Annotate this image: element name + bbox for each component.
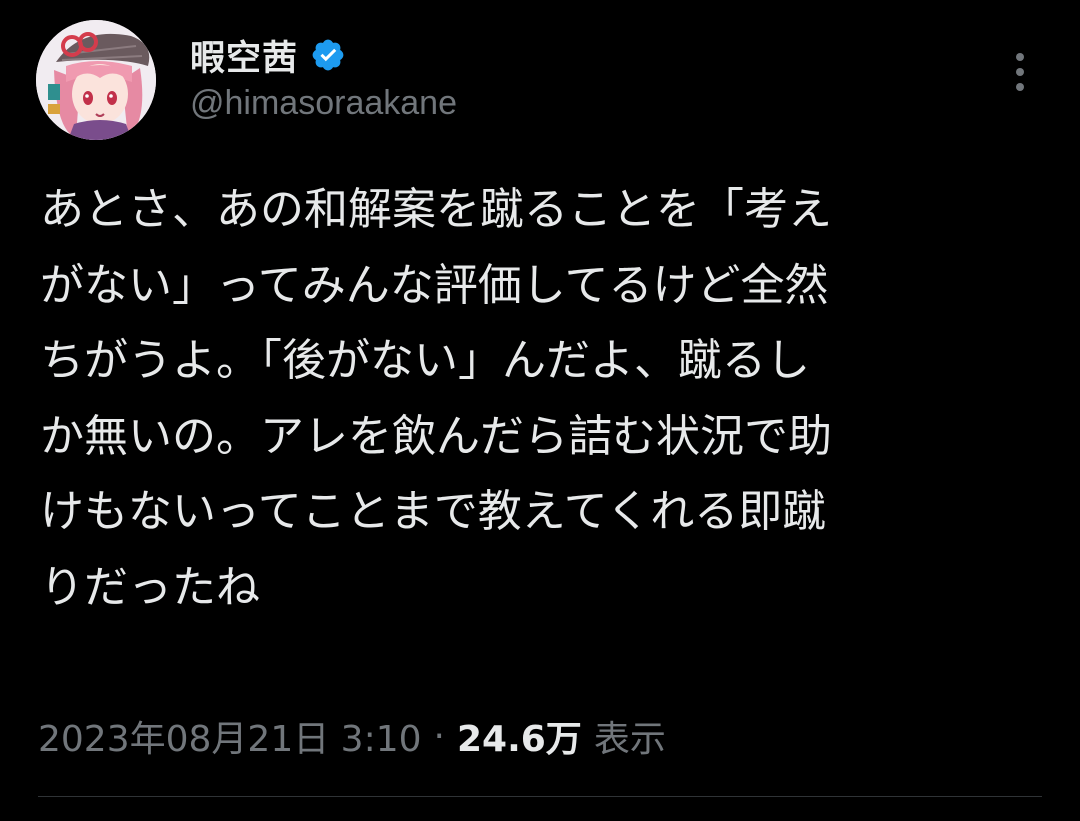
avatar-image bbox=[36, 20, 156, 140]
display-name-row: 暇空茜 bbox=[190, 30, 346, 80]
divider bbox=[38, 796, 1042, 797]
more-options-button[interactable] bbox=[1002, 48, 1038, 96]
more-vertical-icon bbox=[1016, 53, 1024, 61]
display-name[interactable]: 暇空茜 bbox=[190, 30, 298, 81]
tweet-text-line: か無いの。アレを飲んだら詰む状況で助 bbox=[40, 410, 832, 462]
tweet-text-line: りだったね bbox=[40, 561, 260, 613]
tweet-text: あとさ、あの和解案を蹴ることを「考え がない」ってみんな評価してるけど全然 ちが… bbox=[40, 172, 1040, 625]
tweet-text-line: あとさ、あの和解案を蹴ることを「考え bbox=[40, 184, 832, 235]
tweet-text-line: けもないってことまで教えてくれる即蹴 bbox=[40, 486, 827, 537]
tweet-text-line: ちがうよ。「後がない」んだよ、蹴るし bbox=[40, 335, 810, 386]
views-count[interactable]: 24.6万 bbox=[457, 710, 582, 762]
meta-separator: · bbox=[433, 715, 445, 757]
user-handle[interactable]: @himasoraakane bbox=[190, 84, 457, 123]
avatar[interactable] bbox=[36, 20, 156, 140]
tweet-text-line: がない」ってみんな評価してるけど全然 bbox=[40, 259, 829, 311]
tweet-timestamp[interactable]: 2023年08月21日 3:10 bbox=[38, 710, 422, 762]
tweet-detail: 暇空茜 @himasoraakane あとさ、あの和解案を蹴ることを「考え がな… bbox=[0, 0, 1080, 821]
views-label: 表示 bbox=[593, 719, 666, 760]
verified-badge-icon bbox=[312, 39, 344, 71]
tweet-meta: 2023年08月21日 3:10 · 24.6万 表示 bbox=[38, 710, 666, 762]
